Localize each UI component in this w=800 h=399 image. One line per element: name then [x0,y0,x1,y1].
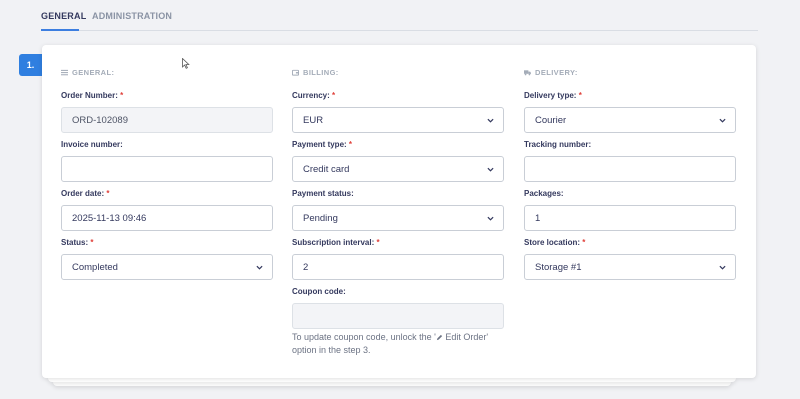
payment-type-label: Payment type: * [292,140,353,149]
order-date-input[interactable]: 2025-11-13 09:46 [61,205,273,231]
payment-type-select[interactable]: Credit card [292,156,504,182]
tabs-divider [41,30,758,31]
chevron-down-icon [487,118,494,123]
packages-label: Packages: [524,189,564,198]
payment-status-select[interactable]: Pending [292,205,504,231]
payment-status-label: Payment status: [292,189,354,198]
step-badge: 1. [19,54,42,76]
order-number-field: ORD-102089 [61,107,273,133]
coupon-code-hint: To update coupon code, unlock the ' Edit… [292,332,489,355]
order-form-card: GENERAL: Order Number: * ORD-102089 Invo… [42,45,756,378]
truck-icon [524,70,531,76]
tracking-number-label: Tracking number: [524,140,592,149]
currency-select[interactable]: EUR [292,107,504,133]
wallet-icon [292,69,299,76]
section-delivery-title: DELIVERY: [535,68,578,77]
coupon-code-input [292,303,504,329]
active-tab-indicator [41,29,79,31]
chevron-down-icon [487,167,494,172]
section-general-title: GENERAL: [72,68,115,77]
list-icon [61,69,68,76]
subscription-interval-input[interactable]: 2 [292,254,504,280]
status-label: Status: * [61,238,94,247]
invoice-number-label: Invoice number: [61,140,123,149]
tab-general[interactable]: GENERAL [41,11,86,21]
store-location-select[interactable]: Storage #1 [524,254,736,280]
currency-label: Currency: * [292,91,336,100]
chevron-down-icon [256,265,263,270]
invoice-number-input[interactable] [61,156,273,182]
order-date-label: Order date: * [61,189,110,198]
status-select[interactable]: Completed [61,254,273,280]
section-general-heading: GENERAL: [61,68,114,77]
mouse-cursor-icon [182,58,190,69]
order-number-label: Order Number: * [61,91,124,100]
delivery-type-label: Delivery type: * [524,91,582,100]
store-location-label: Store location: * [524,238,586,247]
packages-input[interactable]: 1 [524,205,736,231]
section-billing-title: BILLING: [303,68,339,77]
tracking-number-input[interactable] [524,156,736,182]
coupon-code-label: Coupon code: [292,287,346,296]
subscription-interval-label: Subscription interval: * [292,238,380,247]
chevron-down-icon [719,118,726,123]
delivery-type-select[interactable]: Courier [524,107,736,133]
section-delivery-heading: DELIVERY: [524,68,578,77]
chevron-down-icon [719,265,726,270]
tab-bar: GENERAL ADMINISTRATION [0,0,800,32]
tab-administration[interactable]: ADMINISTRATION [92,11,172,21]
section-billing-heading: BILLING: [292,68,339,77]
chevron-down-icon [487,216,494,221]
pencil-icon [436,334,442,341]
